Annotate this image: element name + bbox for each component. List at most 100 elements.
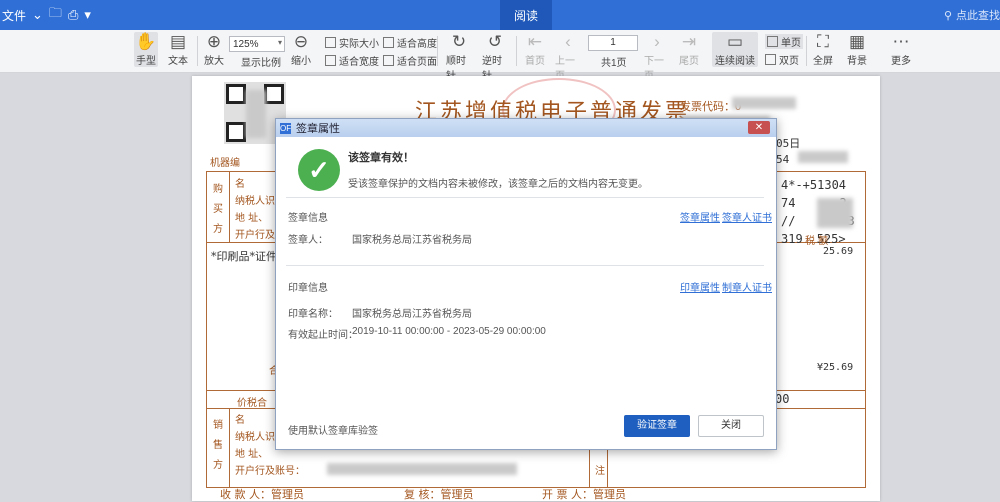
- first-page-button[interactable]: ⇤ 首页: [524, 32, 546, 67]
- remarks-label: 注: [595, 466, 605, 477]
- zoom-out-label: 缩小: [291, 56, 311, 67]
- single-page-button[interactable]: 单页: [765, 34, 803, 49]
- fit-height-icon: [383, 37, 394, 48]
- reviewer: 复 核：管理员: [404, 488, 474, 501]
- fit-height-button[interactable]: 适合高度: [383, 35, 437, 50]
- table-line: [229, 172, 230, 242]
- fit-page-label: 适合页面: [397, 57, 437, 68]
- seal-maker-certificate-link[interactable]: 制章人证书: [722, 279, 772, 294]
- seller-char: 售: [213, 440, 223, 451]
- fit-page-button[interactable]: 适合页面: [383, 53, 437, 68]
- zoom-out-button[interactable]: ⊖ 缩小: [290, 32, 312, 67]
- prev-page-button[interactable]: ‹ 上一页: [555, 32, 581, 82]
- item-name: *印刷品*证件: [211, 250, 277, 263]
- signature-properties-link[interactable]: 签章属性: [680, 209, 720, 224]
- redaction: [327, 463, 517, 475]
- rotate-ccw-button[interactable]: ↺ 逆时针: [482, 32, 508, 82]
- text-select-icon: ▤: [169, 32, 187, 51]
- drawer: 开 票 人：管理员: [542, 488, 626, 501]
- validity-value: 2019-10-11 00:00:00 - 2023-05-29 00:00:0…: [352, 326, 546, 337]
- dialog-title: 签章属性: [296, 123, 340, 135]
- buyer-address-label: 地 址、: [235, 213, 269, 224]
- cipher-fragment: 319: [781, 232, 803, 246]
- qr-finder: [264, 84, 284, 104]
- search-icon: ⚲: [943, 9, 952, 22]
- fit-width-label: 适合宽度: [339, 57, 379, 68]
- last-page-button[interactable]: ⇥ 尾页: [678, 32, 700, 67]
- page-number-input[interactable]: 1: [588, 35, 638, 51]
- qr-finder: [226, 122, 246, 142]
- customize-toolbar-icon[interactable]: ▾: [84, 7, 91, 23]
- zoom-in-icon: ⊕: [206, 32, 222, 51]
- buyer-bank-label: 开户行及: [235, 230, 275, 241]
- verify-signature-button[interactable]: 验证签章: [624, 415, 690, 437]
- fit-width-button[interactable]: 适合宽度: [325, 53, 379, 68]
- print-icon[interactable]: ⎙: [68, 7, 78, 23]
- search-box[interactable]: ⚲ 点此查找: [944, 0, 1000, 30]
- zoom-in-button[interactable]: ⊕ 放大: [203, 32, 225, 67]
- app-icon: OF: [280, 122, 292, 134]
- dialog-title-bar: OF 签章属性: [276, 119, 776, 137]
- background-pattern-icon: ▦: [848, 32, 866, 51]
- cipher-line: 4*-+51304: [781, 178, 847, 192]
- rotate-counterclockwise-icon: ↺: [487, 32, 503, 51]
- toolbar-divider: [516, 36, 517, 66]
- rotate-clockwise-icon: ↻: [451, 32, 467, 51]
- invoice-code-text: 发票代码：: [680, 101, 735, 113]
- continuous-reading-button[interactable]: ▭ 连续阅读: [712, 32, 758, 67]
- tab-read[interactable]: 阅读: [500, 0, 552, 30]
- fullscreen-button[interactable]: ⛶ 全屏: [812, 32, 834, 67]
- qr-finder: [226, 84, 246, 104]
- page-number-value: 1: [610, 37, 616, 48]
- background-button[interactable]: ▦ 背景: [844, 32, 870, 67]
- double-page-button[interactable]: 双页: [765, 52, 799, 67]
- scale-text: 显示比例: [241, 58, 281, 69]
- divider: [286, 197, 764, 198]
- signer-label: 签章人：: [288, 235, 328, 246]
- signature-info-heading: 签章信息: [288, 213, 328, 224]
- close-button[interactable]: 关闭: [698, 415, 764, 437]
- seal-name-value: 国家税务总局江苏省税务局: [352, 309, 472, 320]
- seal-info-heading: 印章信息: [288, 283, 328, 294]
- text-tool-button[interactable]: ▤ 文本: [166, 32, 190, 67]
- more-icon: ⋯: [892, 32, 910, 51]
- background-label: 背景: [847, 56, 867, 67]
- open-file-icon[interactable]: 🗀: [49, 4, 62, 26]
- tab-read-label: 阅读: [513, 8, 538, 23]
- hand-icon: ✋: [135, 32, 157, 51]
- rotate-cw-button[interactable]: ↻ 顺时针: [446, 32, 472, 82]
- actual-size-icon: [325, 37, 336, 48]
- seller-char: 方: [213, 460, 223, 471]
- seal-properties-link[interactable]: 印章属性: [680, 279, 720, 294]
- hand-tool-label: 手型: [136, 56, 156, 67]
- validity-label: 有效起止时间：: [288, 330, 358, 341]
- buyer-char: 买: [213, 204, 223, 215]
- actual-size-button[interactable]: 实际大小: [325, 35, 379, 50]
- actual-size-label: 实际大小: [339, 39, 379, 50]
- cipher-fragment: 74: [781, 196, 796, 210]
- next-page-button[interactable]: › 下一页: [644, 32, 670, 82]
- scale-label: 显示比例: [241, 54, 281, 69]
- last-page-label: 尾页: [679, 56, 699, 67]
- qr-redaction: [246, 90, 266, 138]
- invoice-check-code-partial: 54: [776, 153, 790, 166]
- toolbar: ✋ 手型 ▤ 文本 ⊕ 放大 125% ▾ 显示比例 ⊖ 缩小 实际大小 适合高…: [0, 30, 1000, 82]
- price-tax-total-partial: 00: [775, 392, 790, 406]
- valid-title: 该签章有效！: [348, 152, 414, 164]
- chevron-down-icon[interactable]: ⌄: [32, 7, 43, 23]
- chevron-left-icon: ‹: [565, 32, 571, 51]
- title-bar: 文件 ⌄ 🗀 ⎙ ▾ 阅读 ⚲ 点此查找: [0, 0, 1000, 30]
- default-library-note: 使用默认签章库验签: [288, 426, 378, 437]
- price-tax-total-label: 价税合: [237, 398, 267, 409]
- redaction: [817, 198, 853, 228]
- tax-amount-header: 税 额: [805, 236, 829, 247]
- signer-value: 国家税务总局江苏省税务局: [352, 235, 472, 246]
- more-button[interactable]: ⋯ 更多: [888, 32, 914, 67]
- file-menu[interactable]: 文件: [2, 7, 26, 24]
- tax-amount-value: 25.69: [823, 246, 854, 257]
- signer-certificate-link[interactable]: 签章人证书: [722, 209, 772, 224]
- hand-tool-button[interactable]: ✋ 手型: [134, 32, 158, 67]
- dialog-close-button[interactable]: ✕: [748, 121, 770, 134]
- zoom-value: 125%: [233, 38, 259, 50]
- zoom-select[interactable]: 125% ▾: [229, 36, 285, 52]
